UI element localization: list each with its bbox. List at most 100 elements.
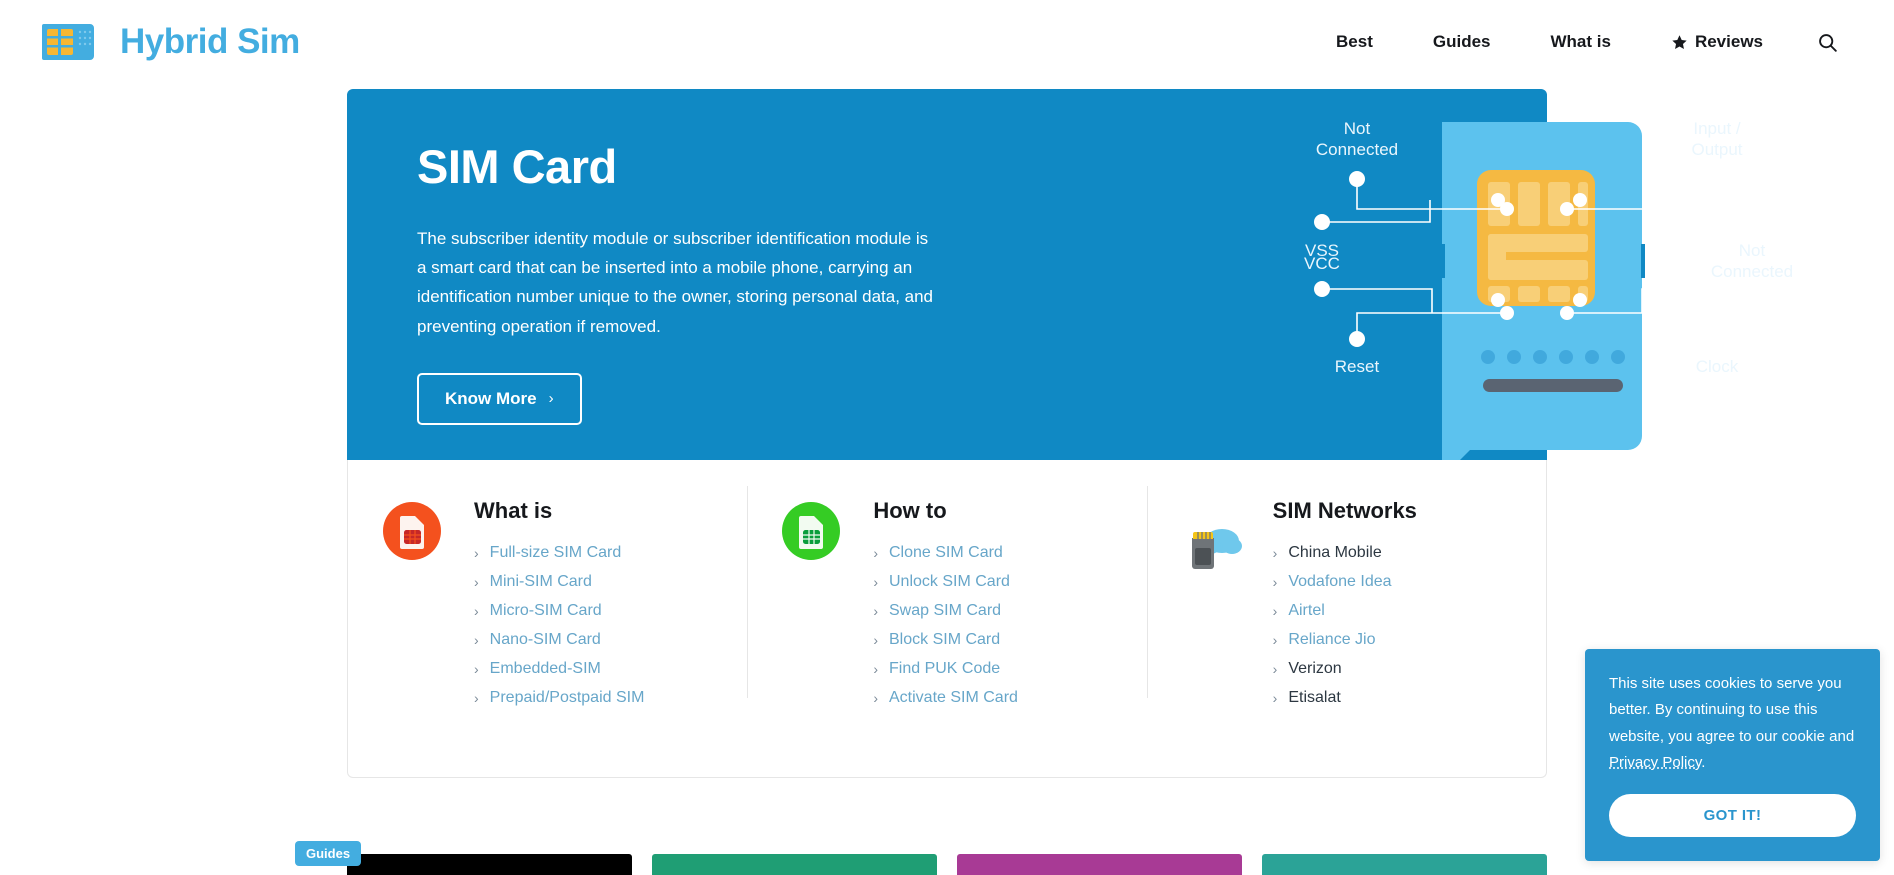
column-title: What is — [474, 498, 553, 523]
cookie-text-before: This site uses cookies to serve you bett… — [1609, 675, 1855, 745]
list-item-label[interactable]: China Mobile — [1288, 544, 1381, 562]
list-item-label[interactable]: Embedded-SIM — [490, 660, 601, 678]
nav-item-label: Guides — [1432, 32, 1491, 51]
chevron-right-icon: › — [548, 390, 554, 408]
cloud-sim-icon — [1191, 529, 1242, 569]
column-what-is: What is › Full-size SIM Card › Mini-SIM Ca… — [348, 460, 747, 777]
list-item-label[interactable]: Find PUK Code — [889, 660, 1000, 678]
pin-label-not-connected-right: Not — [1739, 241, 1766, 260]
list-item[interactable]: › Nano-SIM Card — [474, 631, 644, 649]
status-badge: Guides — [295, 841, 362, 866]
search-icon — [1819, 33, 1837, 52]
pin-label-input-output: Input / — [1693, 119, 1741, 138]
column-sim-networks: SIM Networks › China Mobile › Vodafone Ide… — [1146, 460, 1546, 777]
link-list: › China Mobile › Vodafone Idea › Airtel › Re… — [1273, 544, 1417, 707]
list-item[interactable]: › Verizon — [1273, 660, 1417, 678]
cookie-text-after: . — [1701, 753, 1706, 771]
list-item[interactable]: › Clone SIM Card — [873, 544, 1018, 562]
list-item[interactable]: › Vodafone Idea — [1273, 573, 1417, 591]
list-item[interactable]: › Activate SIM Card — [873, 689, 1018, 707]
chevron-right-icon: › — [873, 574, 878, 590]
sim-card-pinout-diagram: Not Connected VSS VCC Reset Input / Outp… — [1304, 119, 1793, 478]
link-columns-card: What is › Full-size SIM Card › Mini-SIM Ca… — [347, 460, 1547, 778]
pin-label-not-connected-top-left: Not — [1344, 119, 1371, 138]
know-more-label: Know More — [445, 388, 537, 408]
list-item[interactable]: › Block SIM Card — [873, 631, 1018, 649]
chevron-right-icon: › — [1272, 603, 1278, 619]
chevron-right-icon: › — [873, 690, 878, 706]
bottom-card[interactable] — [652, 854, 937, 875]
accept-cookies-button[interactable]: GOT IT! — [1609, 794, 1856, 837]
link-list: › Clone SIM Card › Unlock SIM Card › Swap S… — [873, 544, 1018, 707]
list-item-label[interactable]: Nano-SIM Card — [490, 631, 601, 649]
list-item-label[interactable]: Mini-SIM Card — [490, 573, 592, 591]
column-icon-wrap — [374, 498, 450, 560]
nav-item-what-is[interactable]: What is — [1521, 32, 1641, 52]
list-item[interactable]: › Swap SIM Card — [873, 602, 1018, 620]
list-item[interactable]: › Prepaid/Postpaid SIM — [474, 689, 644, 707]
brand-name: Hybrid Sim — [120, 22, 300, 61]
hero-description: The subscriber identity module or subscr… — [417, 229, 934, 336]
chevron-right-icon: › — [474, 661, 479, 677]
page-title: SIM Card — [417, 140, 617, 193]
list-item-label[interactable]: Full-size SIM Card — [490, 544, 622, 562]
list-item-label[interactable]: Verizon — [1288, 660, 1341, 678]
sim-card-green-icon — [782, 502, 841, 560]
bottom-card[interactable] — [1262, 854, 1547, 875]
chevron-right-icon: › — [873, 632, 878, 648]
list-item-label[interactable]: Etisalat — [1288, 689, 1340, 707]
list-item-label[interactable]: Airtel — [1288, 602, 1324, 620]
bottom-card[interactable] — [957, 854, 1242, 875]
bottom-cards-strip: Guides — [295, 841, 1547, 875]
pin-label-not-connected-top-left-2: Connected — [1316, 140, 1398, 159]
pin-label-input-output-2: Output — [1691, 140, 1742, 159]
chevron-right-icon: › — [1272, 661, 1278, 677]
list-item[interactable]: › Find PUK Code — [873, 660, 1018, 678]
nav-item-reviews[interactable]: Reviews — [1641, 32, 1793, 52]
nav-item-best[interactable]: Best — [1306, 32, 1403, 52]
cookie-banner-text: This site uses cookies to serve you bett… — [1609, 671, 1856, 776]
list-item[interactable]: › Micro-SIM Card — [474, 602, 644, 620]
list-item-label[interactable]: Reliance Jio — [1288, 631, 1375, 649]
brand-logo-link[interactable]: Hybrid Sim — [42, 20, 300, 64]
privacy-policy-link[interactable]: Privacy Policy — [1609, 754, 1701, 771]
list-item-label[interactable]: Prepaid/Postpaid SIM — [490, 689, 645, 707]
chevron-right-icon: › — [474, 632, 479, 648]
list-item[interactable]: › Mini-SIM Card — [474, 573, 644, 591]
chevron-right-icon: › — [1272, 690, 1278, 706]
site-header: Hybrid Sim Best Guides What is Reviews — [0, 0, 1894, 84]
know-more-button[interactable]: Know More › — [417, 372, 582, 425]
hero-text-block: SIM Card The subscriber identity module … — [417, 139, 937, 425]
nav-item-guides[interactable]: Guides — [1403, 32, 1521, 52]
list-item-label[interactable]: Micro-SIM Card — [490, 602, 602, 620]
list-item-label[interactable]: Block SIM Card — [889, 631, 1000, 649]
bottom-card-guides[interactable]: Guides — [295, 841, 632, 875]
list-item[interactable]: › Embedded-SIM — [474, 660, 644, 678]
column-icon-wrap — [773, 498, 849, 560]
list-item-label[interactable]: Swap SIM Card — [889, 602, 1001, 620]
hero-section: SIM Card The subscriber identity module … — [347, 89, 1793, 778]
list-item[interactable]: › Full-size SIM Card — [474, 544, 644, 562]
list-item-label[interactable]: Clone SIM Card — [889, 544, 1003, 562]
nav-item-label: What is — [1550, 32, 1611, 51]
chevron-right-icon: › — [474, 690, 479, 706]
chevron-right-icon: › — [1272, 632, 1278, 648]
chevron-right-icon: › — [1272, 545, 1278, 561]
list-item[interactable]: › China Mobile — [1273, 544, 1417, 562]
sim-card-icon — [42, 24, 94, 60]
list-item-label[interactable]: Activate SIM Card — [889, 689, 1018, 707]
list-item[interactable]: › Unlock SIM Card — [873, 573, 1018, 591]
pin-label-not-connected-right-2: Connected — [1711, 262, 1793, 281]
chevron-right-icon: › — [873, 603, 878, 619]
column-body: SIM Networks › China Mobile › Vodafone Ide… — [1249, 498, 1417, 718]
pin-label-reset: Reset — [1335, 357, 1380, 376]
column-title: How to — [873, 498, 947, 523]
list-item[interactable]: › Etisalat — [1273, 689, 1417, 707]
list-item[interactable]: › Reliance Jio — [1273, 631, 1417, 649]
list-item[interactable]: › Airtel — [1273, 602, 1417, 620]
column-body: What is › Full-size SIM Card › Mini-SIM Ca… — [450, 498, 644, 718]
list-item-label[interactable]: Unlock SIM Card — [889, 573, 1010, 591]
column-how-to: How to › Clone SIM Card › Unlock SIM Card … — [747, 460, 1146, 777]
search-button[interactable] — [1793, 32, 1852, 53]
list-item-label[interactable]: Vodafone Idea — [1288, 573, 1391, 591]
